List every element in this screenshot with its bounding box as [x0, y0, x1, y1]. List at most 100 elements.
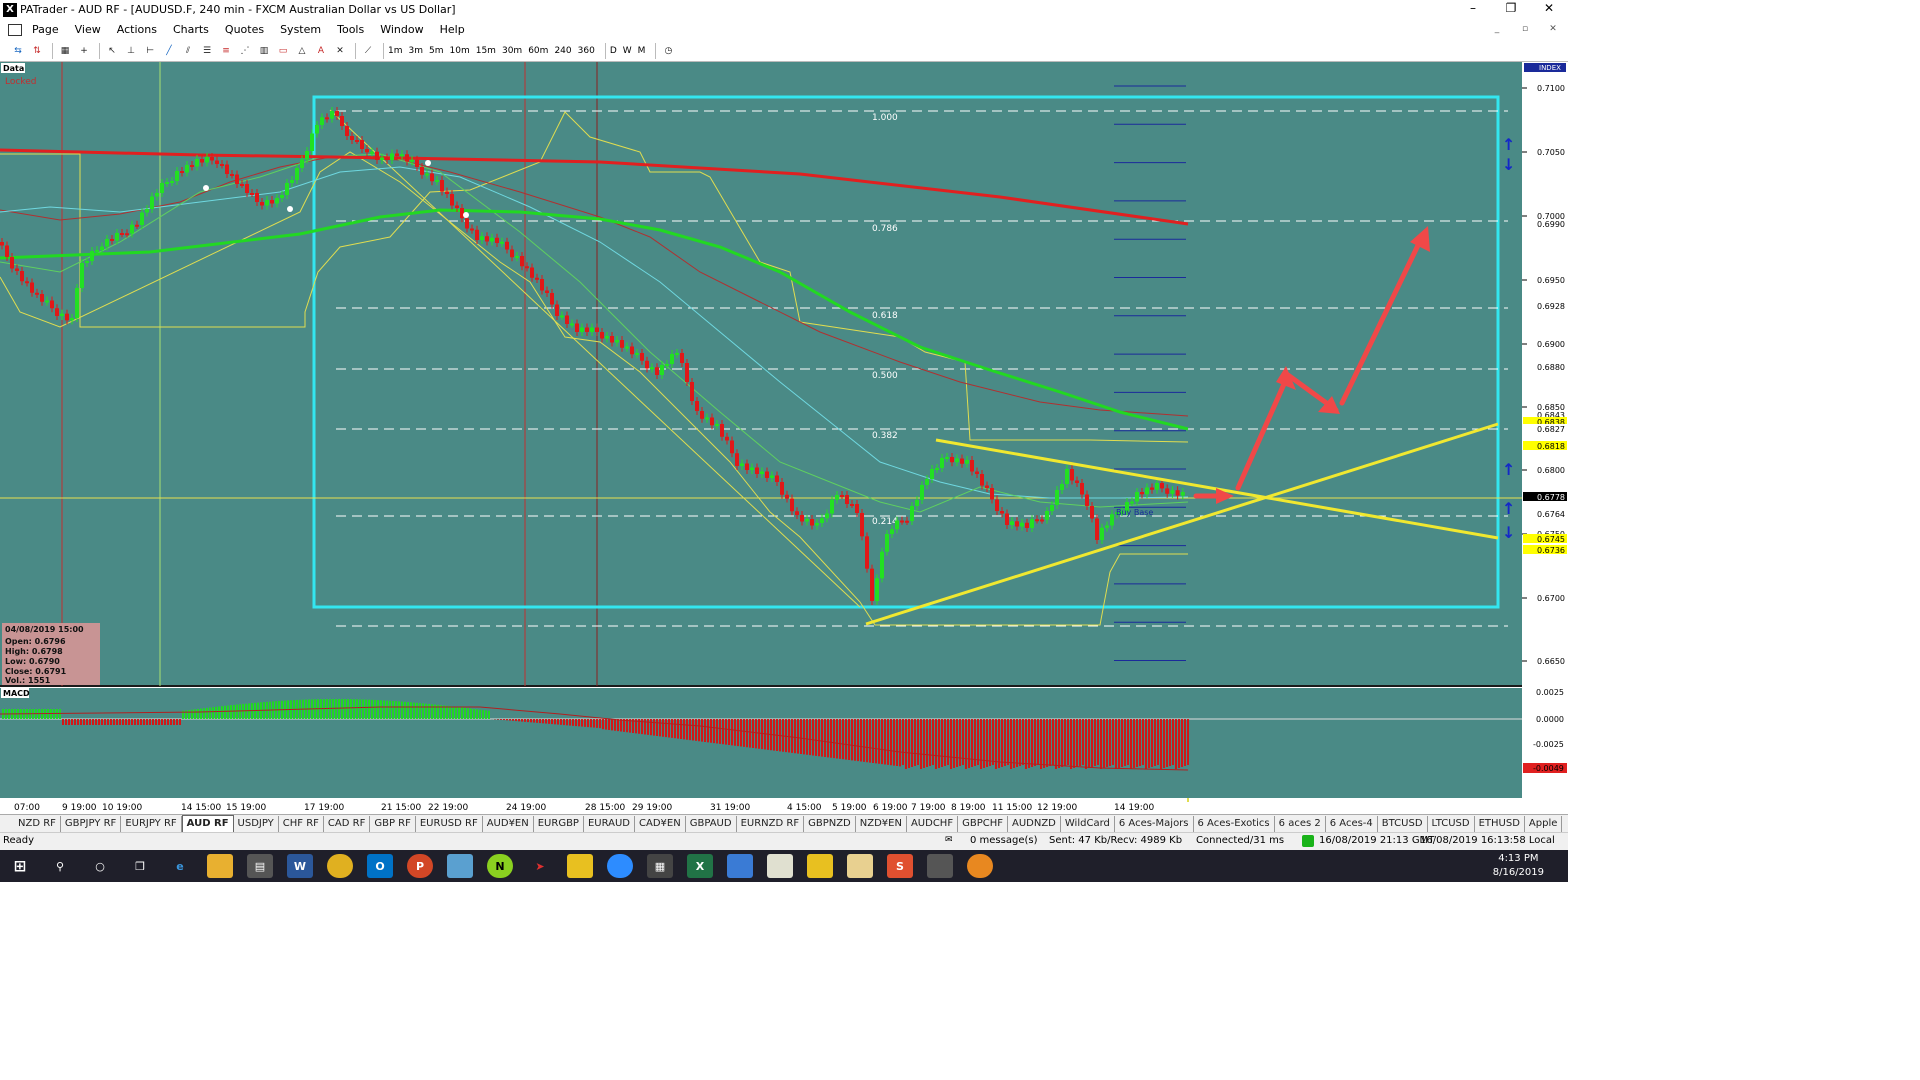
- period-daily[interactable]: D: [610, 43, 617, 59]
- delete-objects-icon[interactable]: ✕: [332, 43, 348, 59]
- tab-eurgbp[interactable]: EURGBP: [534, 815, 584, 832]
- clock-icon[interactable]: ◷: [660, 43, 676, 59]
- tab-gbp-rf[interactable]: GBP RF: [370, 815, 416, 832]
- tab-nzd-rf[interactable]: NZD RF: [14, 815, 61, 832]
- file-explorer-icon[interactable]: [207, 854, 233, 878]
- excel-icon[interactable]: X: [687, 854, 713, 878]
- pointer-icon[interactable]: ↖: [104, 43, 120, 59]
- mdi-minimize-button[interactable]: _: [1486, 21, 1508, 37]
- edge-icon[interactable]: e: [167, 854, 193, 878]
- powerpoint-icon[interactable]: P: [407, 854, 433, 878]
- price-chart[interactable]: 1.000 0.786 0.618 0.500 0.382 0.214 ↑ ↓ …: [0, 62, 1568, 814]
- fib-retracement-icon[interactable]: ☰: [199, 43, 215, 59]
- rectangle-icon[interactable]: ▭: [275, 43, 291, 59]
- gann-icon[interactable]: ▥: [256, 43, 272, 59]
- tab-usdjpy[interactable]: USDJPY: [234, 815, 279, 832]
- app-icon[interactable]: [967, 854, 993, 878]
- tab-wildcard[interactable]: WildCard: [1061, 815, 1115, 832]
- tab-apple[interactable]: Apple: [1525, 815, 1563, 832]
- tab-eurusd-rf[interactable]: EURUSD RF: [416, 815, 483, 832]
- menu-quotes[interactable]: Quotes: [217, 19, 272, 40]
- timeframe-10m[interactable]: 10m: [450, 43, 470, 59]
- mdi-restore-button[interactable]: ▫: [1514, 21, 1536, 37]
- timeframe-5m[interactable]: 5m: [429, 43, 444, 59]
- tab-aud-rf[interactable]: AUD RF: [181, 815, 234, 832]
- connect-icon[interactable]: ⇆: [10, 43, 26, 59]
- windows-start-icon[interactable]: ⊞: [7, 854, 33, 878]
- tab-cad-rf[interactable]: CAD RF: [324, 815, 371, 832]
- tab-gbpaud[interactable]: GBPAUD: [686, 815, 737, 832]
- tab-eurnzd-rf[interactable]: EURNZD RF: [737, 815, 805, 832]
- menu-system[interactable]: System: [272, 19, 329, 40]
- tab-btcusd[interactable]: BTCUSD: [1378, 815, 1428, 832]
- menu-window[interactable]: Window: [372, 19, 431, 40]
- app-icon[interactable]: [927, 854, 953, 878]
- tab-euraud[interactable]: EURAUD: [584, 815, 636, 832]
- trendline-icon[interactable]: ╱: [161, 43, 177, 59]
- horizontal-line-icon[interactable]: ⊥: [123, 43, 139, 59]
- app-icon[interactable]: [807, 854, 833, 878]
- new-chart-icon[interactable]: ▦: [57, 43, 73, 59]
- tab-cadyen[interactable]: CAD¥EN: [635, 815, 686, 832]
- period-monthly[interactable]: M: [638, 43, 646, 59]
- search-icon[interactable]: ⚲: [47, 854, 73, 878]
- outlook-icon[interactable]: O: [367, 854, 393, 878]
- menu-help[interactable]: Help: [432, 19, 473, 40]
- tab-gbpjpy-rf[interactable]: GBPJPY RF: [61, 815, 122, 832]
- app-icon[interactable]: ➤: [527, 854, 553, 878]
- chart-menu-icon[interactable]: [8, 23, 22, 36]
- app-icon[interactable]: S: [887, 854, 913, 878]
- tab-eurjpy-rf[interactable]: EURJPY RF: [121, 815, 182, 832]
- triangle-icon[interactable]: △: [294, 43, 310, 59]
- task-view-icon[interactable]: ❒: [127, 854, 153, 878]
- indicator-icon[interactable]: ⟋: [360, 43, 376, 59]
- word-icon[interactable]: W: [287, 854, 313, 878]
- cortana-icon[interactable]: ○: [87, 854, 113, 878]
- timeframe-3m[interactable]: 3m: [409, 43, 424, 59]
- app-icon[interactable]: [447, 854, 473, 878]
- taskbar-clock[interactable]: 4:13 PM 8/16/2019: [1493, 852, 1544, 880]
- app-icon[interactable]: [567, 854, 593, 878]
- period-weekly[interactable]: W: [623, 43, 632, 59]
- disconnect-icon[interactable]: ⇅: [29, 43, 45, 59]
- chrome-icon[interactable]: [327, 854, 353, 878]
- ninja-icon[interactable]: N: [487, 854, 513, 878]
- tab-chf-rf[interactable]: CHF RF: [279, 815, 324, 832]
- tab-gbpnzd[interactable]: GBPNZD: [804, 815, 856, 832]
- timeframe-360[interactable]: 360: [578, 43, 595, 59]
- timeframe-1m[interactable]: 1m: [388, 43, 403, 59]
- timeframe-30m[interactable]: 30m: [502, 43, 522, 59]
- tab-audyen[interactable]: AUD¥EN: [483, 815, 534, 832]
- message-icon[interactable]: ✉: [945, 835, 953, 845]
- menu-page[interactable]: Page: [24, 19, 67, 40]
- tab-gbpchf[interactable]: GBPCHF: [958, 815, 1008, 832]
- tab-ethusd[interactable]: ETHUSD: [1475, 815, 1525, 832]
- calculator-icon[interactable]: ▦: [647, 854, 673, 878]
- chart-area[interactable]: 1.000 0.786 0.618 0.500 0.382 0.214 ↑ ↓ …: [0, 62, 1568, 814]
- text-tool-icon[interactable]: A: [313, 43, 329, 59]
- remote-desktop-icon[interactable]: [727, 854, 753, 878]
- timeframe-240[interactable]: 240: [554, 43, 571, 59]
- app-icon[interactable]: [767, 854, 793, 878]
- crosshair-icon[interactable]: +: [76, 43, 92, 59]
- patrader-icon[interactable]: ▤: [247, 854, 273, 878]
- fib-extension-icon[interactable]: ≡: [218, 43, 234, 59]
- menu-tools[interactable]: Tools: [329, 19, 372, 40]
- timeframe-15m[interactable]: 15m: [476, 43, 496, 59]
- tab-ltcusd[interactable]: LTCUSD: [1428, 815, 1475, 832]
- menu-actions[interactable]: Actions: [109, 19, 165, 40]
- tab-6-aces-exotics[interactable]: 6 Aces-Exotics: [1194, 815, 1275, 832]
- tab-nzdyen[interactable]: NZD¥EN: [856, 815, 907, 832]
- channel-icon[interactable]: ⫽: [180, 43, 196, 59]
- fib-fan-icon[interactable]: ⋰: [237, 43, 253, 59]
- mdi-close-button[interactable]: ✕: [1542, 21, 1564, 37]
- vertical-line-icon[interactable]: ⊢: [142, 43, 158, 59]
- menu-view[interactable]: View: [67, 19, 109, 40]
- app-icon[interactable]: [847, 854, 873, 878]
- restore-button[interactable]: ❐: [1492, 0, 1530, 19]
- tab-6-aces-4[interactable]: 6 Aces-4: [1326, 815, 1378, 832]
- zoom-icon[interactable]: [607, 854, 633, 878]
- tab-audnzd[interactable]: AUDNZD: [1008, 815, 1061, 832]
- minimize-button[interactable]: –: [1454, 0, 1492, 19]
- menu-charts[interactable]: Charts: [165, 19, 217, 40]
